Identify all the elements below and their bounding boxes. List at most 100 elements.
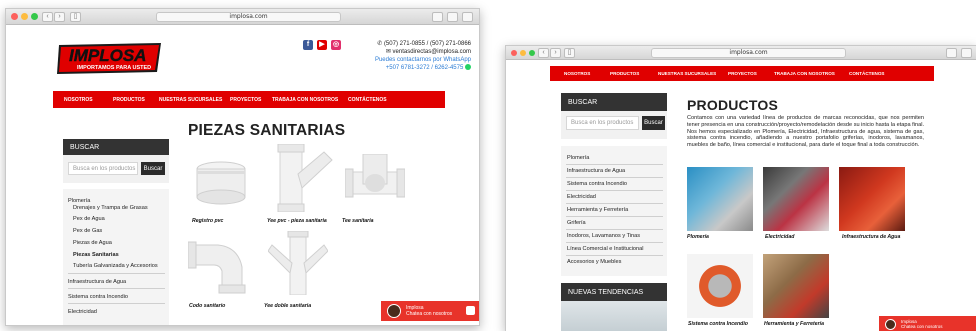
- nav-sucursales[interactable]: NUESTRAS SUCURSALES: [159, 97, 222, 103]
- tabs-icon[interactable]: [447, 12, 458, 22]
- menu-divider: [566, 216, 663, 217]
- chat-widget[interactable]: Implosa Chatea con nosotros: [879, 316, 976, 331]
- menu-divider: [68, 288, 165, 289]
- right-browser-window: ‹ › ▯ implosa.com NOSOTROS PRODUCTOS NUE…: [505, 45, 976, 331]
- zoom-window-icon[interactable]: [31, 13, 38, 20]
- zoom-window-icon[interactable]: [529, 50, 535, 56]
- menu-item-piezas-sanitarias[interactable]: Piezas Sanitarias: [73, 252, 119, 258]
- nav-proyectos[interactable]: PROYECTOS: [728, 71, 757, 76]
- chat-avatar: [885, 318, 896, 330]
- nav-productos[interactable]: PRODUCTOS: [113, 97, 145, 103]
- nav-productos[interactable]: PRODUCTOS: [610, 71, 639, 76]
- page-title: PIEZAS SANITARIAS: [188, 122, 346, 139]
- minimize-window-icon[interactable]: [21, 13, 28, 20]
- menu-item-incendio[interactable]: Sistema contra Incendio: [567, 181, 627, 187]
- trends-image[interactable]: [561, 301, 667, 331]
- chat-widget[interactable]: Implosa Chatea con nosotros: [381, 301, 479, 321]
- screenshot-stage: ‹ › ▯ implosa.com IMPLOSA IMPORTAMOS PAR…: [0, 0, 976, 331]
- menu-item-infraestructura[interactable]: Infraestructura de Agua: [68, 279, 126, 285]
- mail-icon: ✉: [385, 49, 393, 55]
- chat-text: Implosa Chatea con nosotros: [406, 305, 453, 317]
- left-browser-toolbar: ‹ › ▯ implosa.com: [6, 9, 479, 25]
- yee-doble-image[interactable]: [268, 231, 328, 295]
- menu-item-tuberia[interactable]: Tubería Galvanizada y Accesorios: [73, 263, 158, 269]
- search-input[interactable]: Busca en los productos: [68, 162, 138, 175]
- search-input[interactable]: Busca en los productos: [566, 116, 639, 130]
- nav-nosotros[interactable]: NOSOTROS: [64, 97, 93, 103]
- nav-proyectos[interactable]: PROYECTOS: [230, 97, 261, 103]
- phone-numbers[interactable]: ✆ (507) 271-0855 / (507) 271-0866: [331, 40, 471, 48]
- product-label-yee-doble[interactable]: Yee doble sanitaria: [264, 303, 311, 309]
- category-label-incendio[interactable]: Sistema contra Incendio: [688, 321, 748, 327]
- page-title: PRODUCTOS: [687, 97, 778, 113]
- minimize-window-icon[interactable]: [520, 50, 526, 56]
- youtube-icon[interactable]: ▶: [317, 40, 327, 50]
- page-description: Contamos con una variedad línea de produ…: [687, 115, 924, 149]
- implosa-logo[interactable]: IMPLOSA IMPORTAMOS PARA USTED: [57, 39, 163, 76]
- category-label-electricidad[interactable]: Electricidad: [765, 234, 794, 240]
- menu-item-herramienta[interactable]: Herramienta y Ferretería: [567, 207, 628, 213]
- menu-item-piezas-agua[interactable]: Piezas de Agua: [73, 240, 112, 246]
- tabs-icon[interactable]: [961, 48, 972, 58]
- category-image-incendio[interactable]: [687, 254, 753, 318]
- tee-sanitaria-image[interactable]: [345, 154, 405, 209]
- menu-divider: [566, 255, 663, 256]
- nav-trabaja[interactable]: TRABAJA CON NOSOTROS: [774, 71, 835, 76]
- category-label-herramienta[interactable]: Herramienta y Ferretería: [764, 321, 824, 327]
- menu-divider: [566, 177, 663, 178]
- nav-trabaja[interactable]: TRABAJA CON NOSOTROS: [272, 97, 338, 103]
- menu-item-accesorios[interactable]: Accesorios y Muebles: [567, 259, 621, 265]
- menu-item-electricidad[interactable]: Electricidad: [68, 309, 97, 315]
- search-button[interactable]: Buscar: [642, 116, 665, 130]
- menu-item-griferia[interactable]: Grifería: [567, 220, 586, 226]
- category-image-electricidad[interactable]: [763, 167, 829, 231]
- product-label-yee[interactable]: Yee pvc - pieza sanitaria: [267, 218, 327, 224]
- email-address[interactable]: ✉ ventasdirectas@implosa.com: [331, 48, 471, 56]
- nav-nosotros[interactable]: NOSOTROS: [564, 71, 590, 76]
- nav-contactenos[interactable]: CONTÁCTENOS: [849, 71, 884, 76]
- menu-item-pex-agua[interactable]: Pex de Agua: [73, 216, 105, 222]
- menu-item-inodoros[interactable]: Inodoros, Lavamanos y Tinas: [567, 233, 640, 239]
- share-icon[interactable]: [946, 48, 957, 58]
- address-bar[interactable]: implosa.com: [156, 12, 341, 22]
- facebook-icon[interactable]: f: [303, 40, 313, 50]
- menu-divider: [566, 229, 663, 230]
- product-label-codo[interactable]: Codo sanitario: [189, 303, 225, 309]
- menu-item-infraestructura[interactable]: Infraestructura de Agua: [567, 168, 625, 174]
- sidebar-toggle-icon[interactable]: ▯: [70, 12, 81, 22]
- share-icon[interactable]: [432, 12, 443, 22]
- new-tab-icon[interactable]: [462, 12, 473, 22]
- forward-button[interactable]: ›: [550, 48, 561, 58]
- menu-item-pex-gas[interactable]: Pex de Gas: [73, 228, 102, 234]
- menu-item-incendio[interactable]: Sistema contra Incendio: [68, 294, 128, 300]
- sidebar-toggle-icon[interactable]: ▯: [564, 48, 575, 58]
- nav-sucursales[interactable]: NUESTRAS SUCURSALES: [658, 71, 716, 76]
- nav-contactenos[interactable]: CONTÁCTENOS: [348, 97, 387, 103]
- menu-item-electricidad[interactable]: Electricidad: [567, 194, 596, 200]
- menu-divider: [68, 303, 165, 304]
- category-label-infraestructura[interactable]: Infraestructura de Agua: [842, 234, 900, 240]
- close-window-icon[interactable]: [511, 50, 517, 56]
- svg-text:IMPORTAMOS PARA USTED: IMPORTAMOS PARA USTED: [77, 65, 151, 71]
- menu-item-drenajes[interactable]: Drenajes y Trampa de Grasas: [73, 205, 148, 211]
- menu-divider: [566, 203, 663, 204]
- category-image-infraestructura[interactable]: [839, 167, 905, 231]
- back-button[interactable]: ‹: [538, 48, 549, 58]
- product-label-tee[interactable]: Tee sanitaria: [342, 218, 374, 224]
- category-image-plomeria[interactable]: [687, 167, 753, 231]
- menu-item-plomeria[interactable]: Plomería: [68, 198, 90, 204]
- category-label-plomeria[interactable]: Plomería: [687, 234, 709, 240]
- menu-item-linea-comercial[interactable]: Línea Comercial e Institucional: [567, 246, 644, 252]
- yee-pvc-image[interactable]: [272, 144, 334, 212]
- forward-button[interactable]: ›: [54, 12, 65, 22]
- product-label-registro[interactable]: Registro pvc: [192, 218, 223, 224]
- category-image-herramienta[interactable]: [763, 254, 829, 318]
- close-window-icon[interactable]: [11, 13, 18, 20]
- search-button[interactable]: Buscar: [141, 162, 165, 175]
- whatsapp-numbers[interactable]: +507 6781-3272 / 6262-4575: [331, 64, 471, 72]
- menu-item-plomeria[interactable]: Plomería: [567, 155, 589, 161]
- back-button[interactable]: ‹: [42, 12, 53, 22]
- address-bar[interactable]: implosa.com: [651, 48, 846, 58]
- registro-pvc-image[interactable]: [192, 157, 250, 212]
- codo-sanitario-image[interactable]: [188, 237, 250, 295]
